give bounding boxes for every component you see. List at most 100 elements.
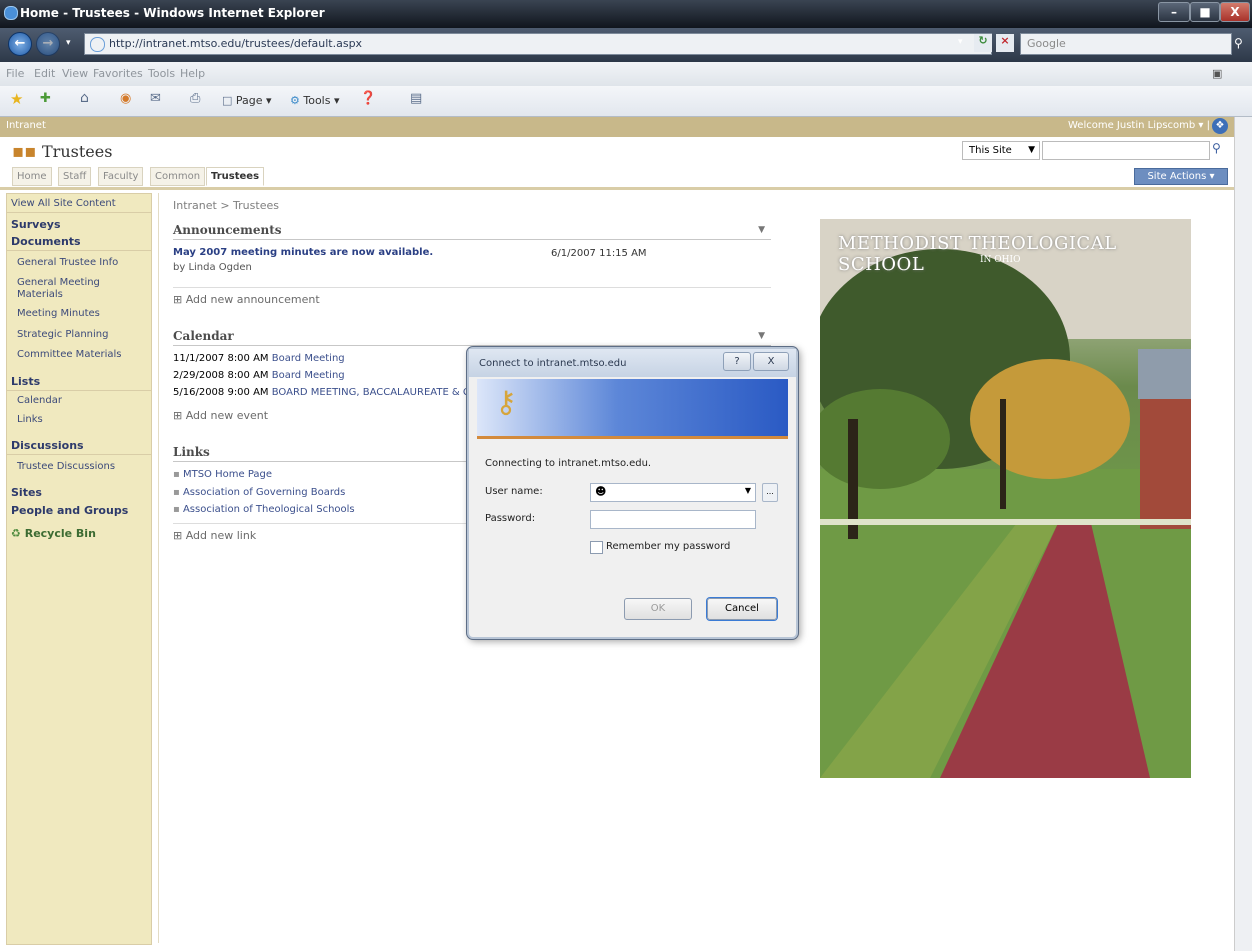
tab-home[interactable]: Home (12, 167, 52, 186)
link-theological-schools[interactable]: Association of Theological Schools (183, 504, 355, 515)
translate-icon[interactable]: ▣ (1212, 67, 1222, 80)
close-window-button[interactable]: X (1220, 2, 1250, 22)
nav-recycle-bin[interactable]: ♻ Recycle Bin (11, 527, 96, 540)
site-title: Trustees (42, 142, 113, 161)
connecting-message: Connecting to intranet.mtso.edu. (485, 458, 652, 469)
site-search-icon[interactable]: ⚲ (1212, 141, 1221, 155)
add-icon: ⊞ (173, 529, 183, 542)
event-link[interactable]: Board Meeting (272, 353, 345, 364)
link-mtso-home[interactable]: MTSO Home Page (183, 469, 272, 480)
nav-item-general-meeting-materials[interactable]: General Meeting Materials (17, 277, 137, 301)
top-nav-tabs: Home Staff Faculty Common Trustees Site … (0, 165, 1234, 190)
menu-favorites[interactable]: Favorites (93, 67, 143, 80)
nav-discussions[interactable]: Discussions (11, 439, 84, 452)
quick-launch: View All Site Content Surveys Documents … (6, 193, 152, 945)
back-button[interactable]: ← (8, 32, 32, 56)
nav-documents[interactable]: Documents (11, 235, 81, 248)
search-input[interactable]: Google (1020, 33, 1232, 55)
link-governing-boards[interactable]: Association of Governing Boards (183, 487, 345, 498)
home-icon[interactable]: ⌂ (80, 90, 89, 106)
event-link[interactable]: BOARD MEETING, BACCALAUREATE & CO (272, 387, 478, 398)
nav-people-and-groups[interactable]: People and Groups (11, 504, 128, 517)
event-link[interactable]: Board Meeting (272, 370, 345, 381)
webpart-menu-icon[interactable]: ▼ (758, 225, 765, 235)
stop-icon[interactable]: × (996, 34, 1014, 52)
browse-users-button[interactable]: ... (762, 483, 778, 502)
cancel-button[interactable]: Cancel (707, 598, 777, 620)
address-bar-row: ← → ▾ http://intranet.mtso.edu/trustees/… (0, 28, 1252, 62)
username-label: User name: (485, 486, 543, 497)
chevron-down-icon[interactable]: ▼ (745, 486, 751, 495)
password-field[interactable] (590, 510, 756, 529)
read-mail-icon[interactable]: ✉ (150, 91, 161, 106)
site-search-input[interactable] (1042, 141, 1210, 160)
announcements-title: Announcements (173, 223, 282, 237)
help-icon[interactable]: ❓ (360, 91, 376, 106)
menu-view[interactable]: View (62, 67, 88, 80)
research-icon[interactable]: ▤ (410, 91, 422, 106)
menu-file[interactable]: File (6, 67, 24, 80)
menu-help[interactable]: Help (180, 67, 205, 80)
tools-menu-label: Tools ▾ (303, 94, 340, 107)
ie-logo-icon (4, 6, 18, 20)
nav-item-meeting-minutes[interactable]: Meeting Minutes (17, 308, 100, 320)
address-field[interactable]: http://intranet.mtso.edu/trustees/defaul… (84, 33, 992, 55)
dialog-help-button[interactable]: ? (723, 352, 751, 371)
nav-sites[interactable]: Sites (11, 486, 42, 499)
nav-item-general-trustee-info[interactable]: General Trustee Info (17, 257, 118, 269)
nav-item-links[interactable]: Links (17, 414, 43, 426)
print-icon[interactable]: ⎙ (190, 91, 200, 106)
add-event-link[interactable]: ⊞ Add new event (173, 409, 268, 422)
vertical-scrollbar[interactable] (1234, 117, 1252, 951)
dialog-banner: ⚷ (477, 379, 788, 439)
announcement-title-link[interactable]: May 2007 meeting minutes are now availab… (173, 247, 433, 258)
dialog-close-button[interactable]: X (753, 352, 789, 371)
nav-item-trustee-discussions[interactable]: Trustee Discussions (17, 461, 115, 473)
calendar-header: Calendar ▼ (173, 329, 771, 346)
site-actions-button[interactable]: Site Actions ▾ (1134, 168, 1228, 185)
nav-surveys[interactable]: Surveys (11, 218, 61, 231)
nav-item-calendar[interactable]: Calendar (17, 395, 62, 407)
tools-menu[interactable]: ⚙ Tools ▾ (290, 94, 340, 107)
add-link-link[interactable]: ⊞ Add new link (173, 529, 256, 542)
help-circle-icon[interactable]: ❖ (1212, 118, 1228, 134)
nav-lists[interactable]: Lists (11, 375, 40, 388)
tab-faculty[interactable]: Faculty (98, 167, 144, 186)
welcome-menu[interactable]: Welcome Justin Lipscomb ▾ | (1068, 120, 1210, 131)
nav-item-strategic-planning[interactable]: Strategic Planning (17, 329, 108, 341)
maximize-button[interactable]: ■ (1190, 2, 1220, 22)
tab-common[interactable]: Common (150, 167, 206, 186)
menu-tools[interactable]: Tools (148, 67, 175, 80)
tab-trustees[interactable]: Trustees (206, 167, 265, 186)
minimize-button[interactable]: – (1158, 2, 1190, 22)
page-menu[interactable]: □ Page ▾ (222, 94, 272, 107)
nav-item-committee-materials[interactable]: Committee Materials (17, 349, 122, 361)
global-title[interactable]: Intranet (6, 120, 46, 131)
favorites-star-icon[interactable]: ★ (10, 90, 23, 108)
refresh-icon[interactable]: ↻ (974, 34, 992, 52)
feeds-icon[interactable]: ◉ (120, 91, 131, 106)
bullet-icon: ▪ (173, 469, 180, 480)
webpart-menu-icon[interactable]: ▼ (758, 331, 765, 341)
forward-button[interactable]: → (36, 32, 60, 56)
dialog-title: Connect to intranet.mtso.edu (479, 358, 627, 369)
event-time: 2/29/2008 8:00 AM (173, 370, 269, 381)
login-dialog: Connect to intranet.mtso.edu ? X ⚷ Conne… (467, 347, 798, 639)
view-all-content-link[interactable]: View All Site Content (11, 198, 116, 210)
announcement-date: 6/1/2007 11:15 AM (551, 248, 647, 259)
menu-edit[interactable]: Edit (34, 67, 55, 80)
link-item: ▪ Association of Theological Schools (173, 504, 355, 515)
search-scope-select[interactable]: This Site ▼ (962, 141, 1040, 160)
search-icon[interactable]: ⚲ (1234, 36, 1243, 50)
add-favorite-icon[interactable]: ✚ (40, 91, 51, 106)
address-dropdown-icon[interactable]: ▾ (958, 37, 963, 47)
history-dropdown-icon[interactable]: ▾ (66, 38, 71, 48)
breadcrumb[interactable]: Intranet > Trustees (173, 199, 279, 212)
site-title-area: ▪▪ Trustees This Site ▼ ⚲ (0, 137, 1234, 165)
username-field[interactable]: ☻ ▼ (590, 483, 756, 502)
nav-divider (7, 454, 151, 455)
add-announcement-link[interactable]: ⊞ Add new announcement (173, 293, 320, 306)
ok-button[interactable]: OK (624, 598, 692, 620)
tab-staff[interactable]: Staff (58, 167, 92, 186)
remember-password-checkbox[interactable] (590, 541, 603, 554)
